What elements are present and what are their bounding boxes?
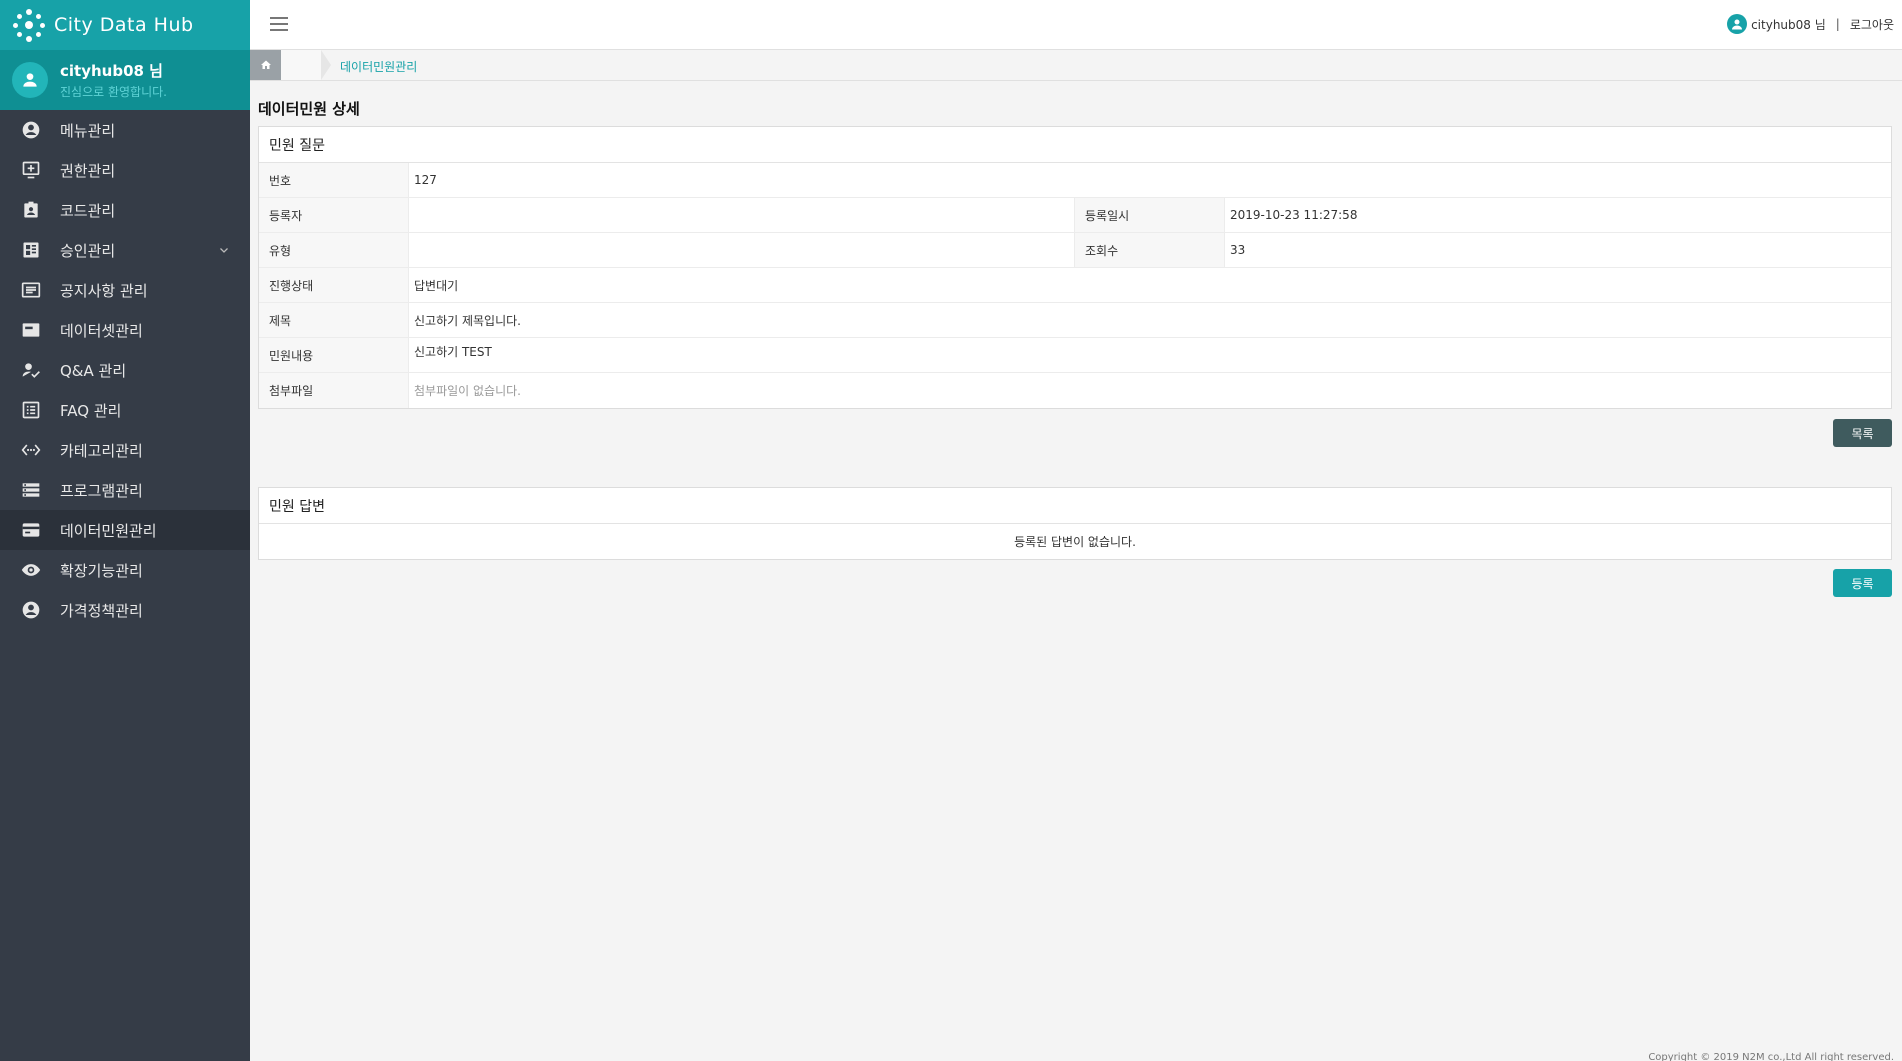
user-greeting: 진심으로 환영합니다. <box>60 85 167 99</box>
sidebar-item-label: 코드관리 <box>60 201 116 220</box>
status-label: 진행상태 <box>259 268 409 302</box>
views-value: 33 <box>1230 243 1246 257</box>
date-value: 2019-10-23 11:27:58 <box>1230 208 1358 222</box>
row-number: 번호 127 <box>259 163 1891 198</box>
number-value: 127 <box>414 173 437 187</box>
user-panel: cityhub08 님 진심으로 환영합니다. <box>0 50 250 110</box>
sidebar-item-label: 프로그램관리 <box>60 481 143 500</box>
home-icon[interactable] <box>250 50 281 80</box>
sidebar-item-1[interactable]: 권한관리 <box>0 150 250 190</box>
hamburger-menu-icon[interactable] <box>270 17 288 31</box>
row-content: 민원내용 신고하기 TEST <box>259 338 1891 373</box>
header-user-name[interactable]: cityhub08 님 <box>1751 16 1826 33</box>
settings-ethernet-icon <box>20 439 42 461</box>
row-author-date: 등록자 등록일시 2019-10-23 11:27:58 <box>259 198 1891 233</box>
number-label: 번호 <box>259 163 409 197</box>
dashboard-icon <box>20 239 42 261</box>
web-icon <box>20 319 42 341</box>
content-value: 신고하기 TEST <box>414 345 492 359</box>
eye-icon <box>20 559 42 581</box>
breadcrumb: 데이터민원관리 <box>250 50 1902 81</box>
sidebar-item-12[interactable]: 가격정책관리 <box>0 590 250 630</box>
account-circle-icon <box>20 119 42 141</box>
topbar: cityhub08 님 | 로그아웃 <box>250 0 1902 50</box>
list-alt-icon <box>20 399 42 421</box>
author-value <box>409 198 1075 232</box>
sidebar-item-3[interactable]: 승인관리 <box>0 230 250 270</box>
sidebar-item-label: 공지사항 관리 <box>60 281 148 300</box>
breadcrumb-current[interactable]: 데이터민원관리 <box>340 58 417 75</box>
sidebar-item-label: 승인관리 <box>60 241 116 260</box>
register-button[interactable]: 등록 <box>1833 569 1892 597</box>
chevron-down-icon[interactable] <box>218 242 230 260</box>
sidebar-menu: 메뉴관리권한관리코드관리승인관리공지사항 관리데이터셋관리 Q&A 관리 FAQ 관… <box>0 110 250 630</box>
storage-icon <box>20 479 42 501</box>
how-to-reg-icon <box>20 359 42 381</box>
user-avatar-icon <box>12 62 48 98</box>
user-name: cityhub08 님 <box>60 62 163 80</box>
add-box-icon <box>20 159 42 181</box>
sidebar-item-11[interactable]: 확장기능관리 <box>0 550 250 590</box>
row-type-views: 유형 조회수 33 <box>259 233 1891 268</box>
sidebar-item-9[interactable]: 프로그램관리 <box>0 470 250 510</box>
row-status: 진행상태 답변대기 <box>259 268 1891 303</box>
question-heading: 민원 질문 <box>259 127 1891 163</box>
user-icon <box>1727 14 1748 34</box>
logout-link[interactable]: 로그아웃 <box>1850 16 1894 33</box>
subject-label: 제목 <box>259 303 409 337</box>
sidebar-item-label: 확장기능관리 <box>60 561 143 580</box>
copyright: Copyright © 2019 N2M co.,Ltd All right r… <box>1648 1052 1894 1061</box>
list-button[interactable]: 목록 <box>1833 419 1892 447</box>
row-attachment: 첨부파일 첨부파일이 없습니다. <box>259 373 1891 408</box>
answer-empty-message: 등록된 답변이 없습니다. <box>1014 534 1136 549</box>
question-panel: 민원 질문 번호 127 등록자 등록일시 2019-10-23 11:27:5… <box>258 126 1892 409</box>
views-label: 조회수 <box>1075 233 1225 267</box>
sidebar-item-0[interactable]: 메뉴관리 <box>0 110 250 150</box>
logo-bar[interactable]: City Data Hub <box>0 0 250 50</box>
sidebar-item-2[interactable]: 코드관리 <box>0 190 250 230</box>
sidebar-item-label: 데이터셋관리 <box>60 321 143 340</box>
attachment-value: 첨부파일이 없습니다. <box>414 384 521 398</box>
answer-panel: 민원 답변 등록된 답변이 없습니다. <box>258 487 1892 560</box>
status-value: 답변대기 <box>414 278 459 293</box>
type-value <box>409 233 1075 267</box>
row-subject: 제목 신고하기 제목입니다. <box>259 303 1891 338</box>
sidebar-item-4[interactable]: 공지사항 관리 <box>0 270 250 310</box>
sidebar-item-label: 가격정책관리 <box>60 601 143 620</box>
author-label: 등록자 <box>259 198 409 232</box>
type-label: 유형 <box>259 233 409 267</box>
credit-card-icon <box>20 519 42 541</box>
sidebar-item-label: 카테고리관리 <box>60 441 143 460</box>
sidebar-item-label: FAQ 관리 <box>60 401 122 420</box>
logo-icon <box>12 8 46 42</box>
breadcrumb-arrow <box>281 50 331 80</box>
sidebar-item-8[interactable]: 카테고리관리 <box>0 430 250 470</box>
date-label: 등록일시 <box>1075 198 1225 232</box>
sidebar-item-7[interactable]: FAQ 관리 <box>0 390 250 430</box>
sidebar-item-label: 권한관리 <box>60 161 116 180</box>
app-title: City Data Hub <box>54 14 194 36</box>
sidebar-item-label: 데이터민원관리 <box>60 521 157 540</box>
assignment-ind-icon <box>20 199 42 221</box>
sidebar: City Data Hub cityhub08 님 진심으로 환영합니다. 메뉴… <box>0 0 250 1061</box>
content-label: 민원내용 <box>259 338 409 372</box>
subject-value: 신고하기 제목입니다. <box>414 313 521 328</box>
account-circle-icon <box>20 599 42 621</box>
header-separator: | <box>1835 17 1840 31</box>
notes-icon <box>20 279 42 301</box>
sidebar-item-5[interactable]: 데이터셋관리 <box>0 310 250 350</box>
sidebar-item-10[interactable]: 데이터민원관리 <box>0 510 250 550</box>
sidebar-item-label: Q&A 관리 <box>60 361 127 380</box>
sidebar-item-label: 메뉴관리 <box>60 121 116 140</box>
attachment-label: 첨부파일 <box>259 373 409 408</box>
answer-heading: 민원 답변 <box>259 488 1891 524</box>
sidebar-item-6[interactable]: Q&A 관리 <box>0 350 250 390</box>
page-title: 데이터민원 상세 <box>258 100 360 118</box>
